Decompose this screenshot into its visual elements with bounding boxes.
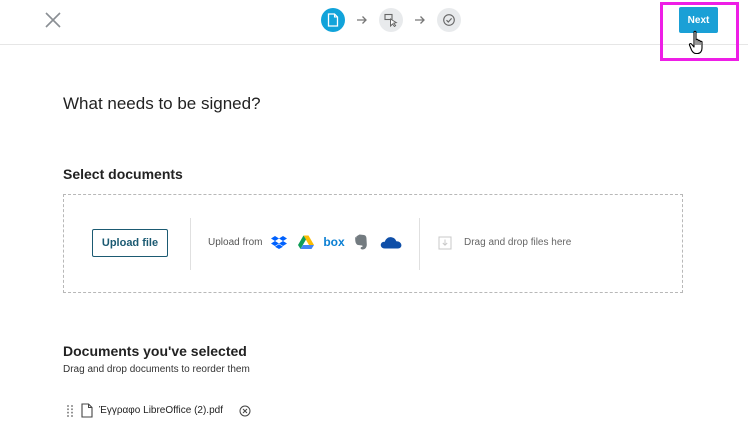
drag-handle-icon[interactable] xyxy=(66,404,74,418)
step-review[interactable] xyxy=(437,8,461,32)
google-drive-icon xyxy=(297,235,314,249)
evernote-button[interactable] xyxy=(353,233,369,251)
download-icon xyxy=(438,236,452,250)
drag-drop-label: Drag and drop files here xyxy=(464,237,572,248)
onedrive-icon xyxy=(380,236,402,248)
box-icon: box xyxy=(323,235,345,249)
step-documents[interactable] xyxy=(321,8,345,32)
select-fields-icon xyxy=(384,13,398,27)
upload-from-label: Upload from xyxy=(208,237,263,248)
top-bar: Next xyxy=(0,0,748,61)
arrow-right-icon xyxy=(415,16,425,24)
step-arrow xyxy=(403,15,437,25)
file-icon xyxy=(81,403,93,418)
onedrive-button[interactable] xyxy=(379,233,403,251)
select-documents-title: Select documents xyxy=(63,166,183,182)
step-arrow xyxy=(345,15,379,25)
evernote-icon xyxy=(355,234,367,250)
divider xyxy=(190,218,191,270)
step-indicator xyxy=(321,8,461,32)
google-drive-button[interactable] xyxy=(297,233,314,251)
close-button[interactable] xyxy=(43,10,63,30)
remove-document-icon[interactable] xyxy=(239,405,251,417)
dropbox-button[interactable] xyxy=(270,233,287,251)
arrow-right-icon xyxy=(357,16,367,24)
document-icon xyxy=(327,13,339,27)
dropbox-icon xyxy=(270,236,287,249)
document-name: Έγγραφο LibreOffice (2).pdf xyxy=(99,405,223,416)
upload-file-button[interactable]: Upload file xyxy=(92,229,168,257)
step-fields[interactable] xyxy=(379,8,403,32)
close-icon xyxy=(45,12,61,28)
box-button[interactable]: box xyxy=(322,233,346,251)
document-dropzone[interactable]: Upload file Upload from box Drag and dro… xyxy=(63,194,683,293)
document-list-item[interactable]: Έγγραφο LibreOffice (2).pdf xyxy=(63,402,363,420)
hand-cursor-icon xyxy=(688,30,703,55)
selected-documents-title: Documents you've selected xyxy=(63,343,247,359)
page-title: What needs to be signed? xyxy=(63,94,261,113)
divider xyxy=(419,218,420,270)
selected-documents-subtitle: Drag and drop documents to reorder them xyxy=(63,364,250,375)
check-icon xyxy=(443,14,455,26)
